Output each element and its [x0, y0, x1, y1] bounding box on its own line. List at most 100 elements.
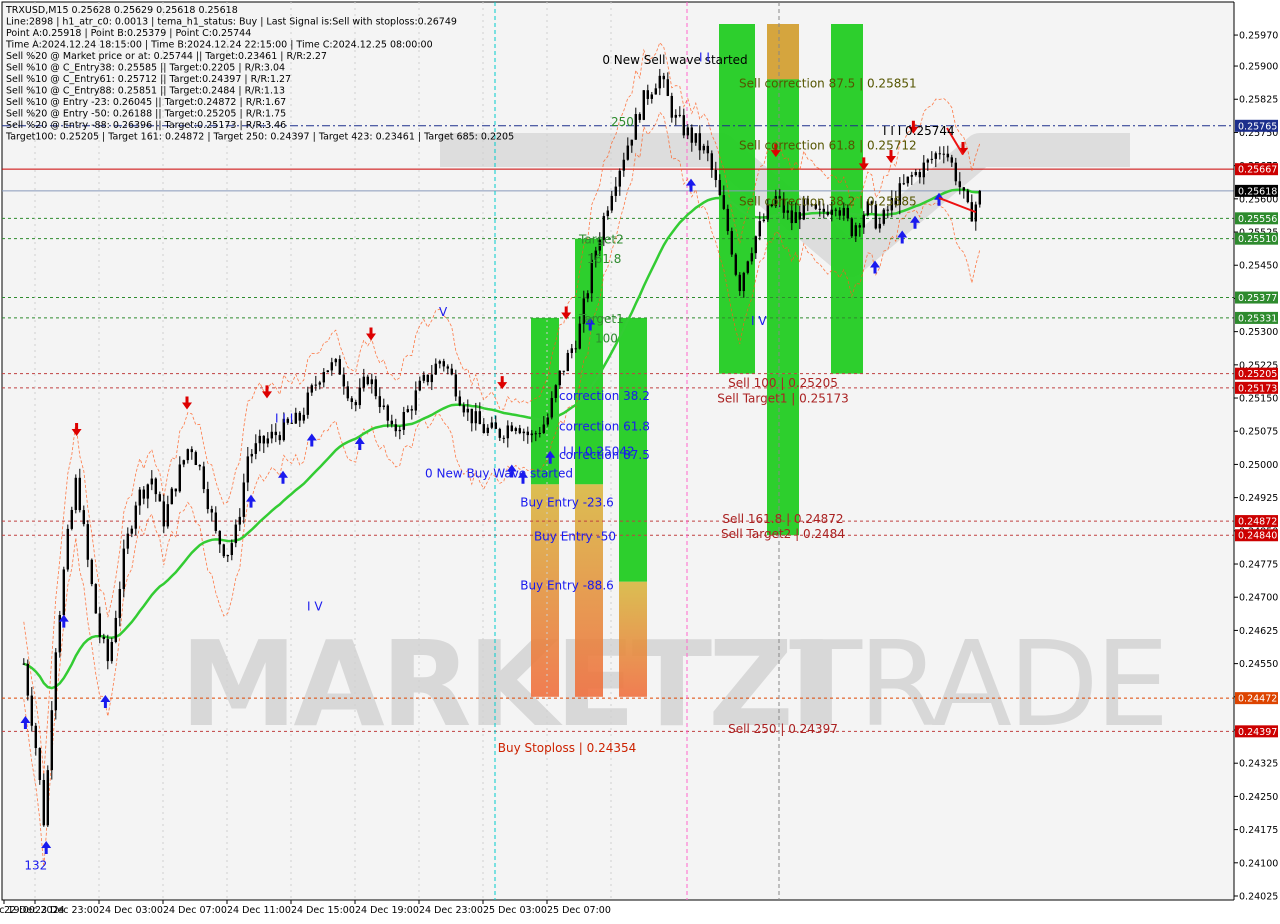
- candle-body: [130, 528, 133, 534]
- candle-body: [622, 159, 625, 171]
- candle-body: [842, 207, 845, 216]
- candle-body: [798, 212, 801, 220]
- annotation-1: Sell correction 87.5 | 0.25851: [739, 77, 917, 91]
- price-tick-label-1: 0.25900: [1239, 62, 1278, 73]
- time-tick-label-9: 24 Dec 11:00: [227, 905, 291, 916]
- annotation-12: Sell Target1 | 0.25173: [717, 391, 849, 405]
- candle-body: [406, 409, 409, 412]
- candle-body: [686, 127, 689, 136]
- candle-body: [482, 424, 485, 434]
- candle-body: [950, 157, 953, 163]
- candle-body: [550, 397, 553, 418]
- annotation-11: Sell 100 | 0.25205: [728, 376, 838, 390]
- price-chart[interactable]: MARKETZI TRADE 0 New Sell wave startedSe…: [0, 0, 1280, 920]
- candle-body: [398, 429, 401, 432]
- candle-body: [330, 362, 333, 371]
- candle-body: [322, 372, 325, 383]
- price-tick-label-17: 0.24700: [1239, 593, 1278, 604]
- candle-body: [238, 516, 241, 525]
- candle-body: [822, 208, 825, 212]
- candle-body: [838, 210, 841, 216]
- candle-body: [846, 207, 849, 219]
- candle-body: [122, 548, 125, 590]
- candle-body: [182, 460, 185, 465]
- candle-body: [498, 428, 501, 438]
- candle-body: [354, 402, 357, 406]
- candle-body: [710, 153, 713, 170]
- candle-body: [658, 75, 661, 89]
- candle-body: [38, 748, 41, 780]
- candle-body: [926, 159, 929, 163]
- candle-body: [562, 370, 565, 372]
- candle-body: [78, 477, 81, 511]
- candle-body: [62, 569, 65, 616]
- candle-body: [438, 361, 441, 364]
- candle-body: [738, 274, 741, 292]
- info-line-11: Target100: 0.25205 | Target 161: 0.24872…: [5, 132, 514, 143]
- candle-body: [698, 133, 701, 151]
- candle-body: [174, 488, 177, 492]
- candle-body: [474, 411, 477, 424]
- candle-body: [654, 88, 657, 95]
- info-line-0: TRXUSD,M15 0.25628 0.25629 0.25618 0.256…: [5, 5, 238, 16]
- candle-body: [298, 412, 301, 421]
- info-line-7: Sell %10 @ C_Entry88: 0.25851 || Target:…: [6, 86, 285, 97]
- price-badge-label-4: 0.25510: [1238, 234, 1277, 245]
- annotation-28: I I: [699, 51, 710, 65]
- annotation-7: 161.8: [587, 252, 621, 266]
- annotation-6: Target2: [578, 233, 624, 247]
- candle-body: [258, 435, 261, 444]
- price-tick-label-9: 0.25300: [1239, 327, 1278, 338]
- candle-body: [218, 530, 221, 545]
- candle-body: [162, 501, 165, 527]
- candle-body: [554, 385, 557, 398]
- candle-body: [82, 510, 85, 525]
- candle-body: [934, 153, 937, 159]
- candle-body: [834, 209, 837, 211]
- candle-body: [978, 190, 981, 205]
- candle-body: [466, 408, 469, 413]
- price-tick-label-11: 0.25150: [1239, 394, 1278, 405]
- zone-0: [531, 317, 559, 485]
- candle-body: [886, 209, 889, 211]
- chart-window: MARKETZI TRADE 0 New Sell wave started Se…: [0, 0, 1280, 920]
- candle-body: [210, 509, 213, 513]
- annotation-14: Sell Target2 | 0.2484: [721, 527, 845, 541]
- candle-body: [126, 533, 129, 549]
- info-line-9: Sell %20 @ Entry -50: 0.26188 || Target:…: [6, 109, 286, 120]
- info-line-1: Line:2898 | h1_atr_c0: 0.0013 | tema_h1_…: [6, 17, 457, 28]
- candle-body: [458, 396, 461, 406]
- info-line-8: Sell %10 @ Entry -23: 0.26045 || Target:…: [6, 97, 286, 108]
- candle-body: [690, 127, 693, 143]
- price-tick-label-0: 0.25970: [1239, 31, 1278, 42]
- candle-body: [358, 387, 361, 406]
- candle-body: [962, 187, 965, 191]
- candle-body: [102, 636, 105, 640]
- annotation-16: Buy Stoploss | 0.24354: [498, 741, 637, 755]
- candle-body: [446, 366, 449, 369]
- candle-body: [718, 180, 721, 196]
- candle-body: [154, 478, 157, 495]
- candle-body: [818, 208, 821, 210]
- candle-body: [942, 153, 945, 155]
- candle-body: [910, 175, 913, 177]
- candle-body: [702, 145, 705, 151]
- price-tick-label-18: 0.24625: [1239, 626, 1278, 637]
- candle-body: [66, 528, 69, 570]
- candle-body: [786, 210, 789, 213]
- candle-body: [862, 214, 865, 228]
- candle-body: [958, 181, 961, 188]
- annotation-18: Buy Entry -50: [534, 530, 616, 544]
- candle-body: [306, 392, 309, 415]
- candle-body: [538, 433, 541, 435]
- candle-body: [902, 183, 905, 185]
- info-line-6: Sell %10 @ C_Entry61: 0.25712 || Target:…: [6, 74, 291, 85]
- candle-body: [294, 412, 297, 424]
- candle-body: [234, 524, 237, 544]
- candle-body: [386, 405, 389, 421]
- candle-body: [278, 435, 281, 441]
- candle-body: [226, 555, 229, 557]
- candle-body: [190, 449, 193, 453]
- candle-body: [262, 435, 265, 444]
- candle-body: [370, 379, 373, 385]
